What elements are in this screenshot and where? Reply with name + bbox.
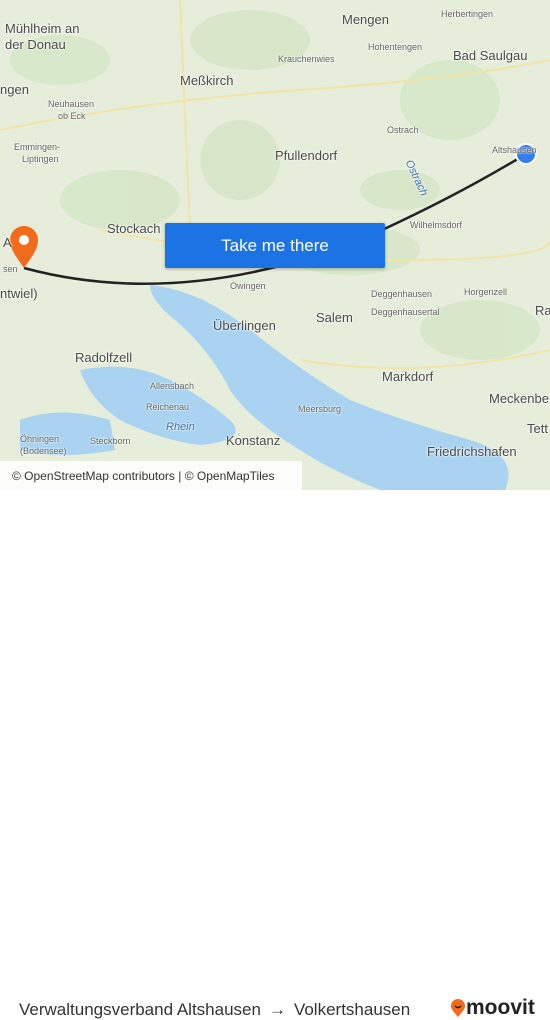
place-label: Krauchenwies (278, 54, 335, 64)
place-label: Herbertingen (441, 9, 494, 19)
place-label: Meersburg (298, 404, 342, 414)
place-label: der Donau (5, 37, 66, 52)
place-label: Allensbach (150, 381, 195, 391)
destination-marker (10, 226, 38, 268)
place-label: Horgenzell (464, 287, 508, 297)
place-label: Meßkirch (180, 73, 234, 88)
place-label: Mengen (342, 12, 389, 27)
place-label: Rhein (166, 421, 195, 433)
place-label: Radolfzell (75, 350, 133, 365)
place-label: Hohentengen (368, 42, 423, 52)
take-me-there-button[interactable]: Take me there (165, 223, 385, 268)
origin-name: Verwaltungsverband Altshausen (19, 1000, 261, 1019)
place-label: Reichenau (146, 402, 190, 412)
destination-name: Volkertshausen (293, 1000, 411, 1019)
place-label: Deggenhausertal (371, 307, 440, 317)
place-label: Stockach (107, 221, 161, 236)
place-label: Konstanz (226, 433, 281, 448)
place-label: ntwiel) (0, 286, 38, 301)
place-label: ngen (0, 82, 29, 97)
place-label: A (3, 235, 12, 250)
place-label: Emmingen- (14, 142, 61, 152)
place-label: Owingen (230, 281, 266, 291)
place-label: Salem (316, 310, 353, 325)
place-label: Friedrichshafen (427, 444, 517, 459)
place-label: Überlingen (213, 318, 276, 333)
place-label: Markdorf (382, 369, 434, 384)
moovit-logo: moovit (450, 996, 535, 1020)
place-label: Ostrach (387, 125, 419, 135)
footer: Verwaltungsverband Altshausen → Volkerts… (0, 490, 550, 1019)
place-label: Meckenbe (489, 391, 549, 406)
place-label: Öhningen (20, 434, 60, 444)
place-label: Altshausen (492, 145, 537, 155)
place-label: Tett (527, 421, 548, 436)
place-label: Bad Saulgau (453, 48, 528, 63)
place-label: Neuhausen (48, 99, 95, 109)
place-label: Ra (535, 303, 550, 318)
place-label: Steckborn (90, 436, 131, 446)
moovit-pin-icon (451, 999, 465, 1017)
map[interactable]: Mengen Herbertingen Mühlheim an der Donau Ho… (0, 0, 550, 490)
place-label: Mühlheim an (5, 21, 80, 36)
place-label: Wilhelmsdorf (410, 220, 463, 230)
place-label: Deggenhausen (371, 289, 433, 299)
place-label: Pfullendorf (275, 148, 338, 163)
arrow-right-icon: → (268, 1000, 286, 1019)
place-label: sen (3, 264, 18, 274)
route-title: Verwaltungsverband Altshausen → Volkerts… (19, 1000, 410, 1020)
place-label: ob Eck (58, 111, 86, 121)
place-label: Liptingen (22, 154, 59, 164)
map-attribution[interactable]: © OpenStreetMap contributors | © OpenMap… (0, 461, 302, 490)
place-label: (Bodensee) (20, 446, 67, 456)
